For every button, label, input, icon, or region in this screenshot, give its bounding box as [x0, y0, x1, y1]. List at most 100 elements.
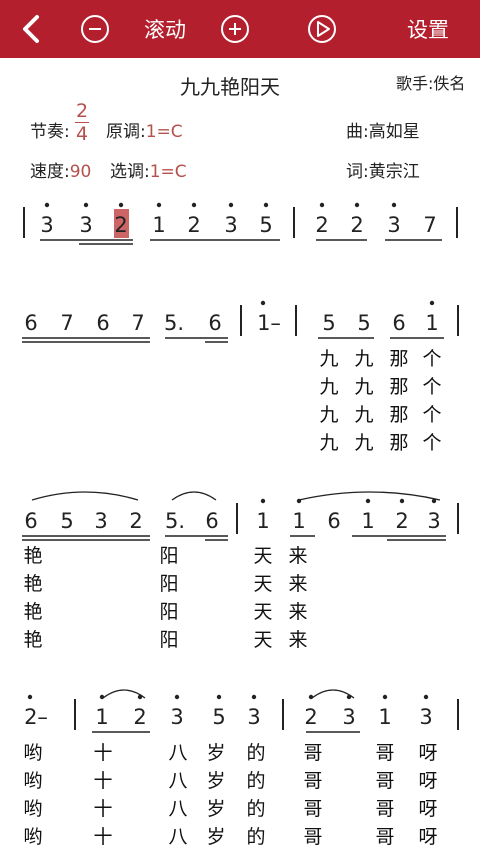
- octave-dot: [263, 202, 269, 208]
- slur-arc: [171, 491, 217, 501]
- score-note: 2: [114, 213, 127, 237]
- octave-dot: [191, 202, 197, 208]
- score-note: 3: [342, 705, 355, 729]
- score-note: 5.: [164, 311, 184, 335]
- numbered-score: 3 3 2 1 2 3 5 2 2 3 76 7 6 7 5. 6 1– 5 5 6 1九九那个九九那个九九那个九九那个…: [22, 202, 459, 848]
- lyric-char: 十: [93, 770, 112, 792]
- octave-dot: [44, 202, 50, 208]
- score-note: 7: [60, 311, 73, 335]
- lyric-char: 阳: [159, 545, 178, 567]
- octave-dot: [382, 694, 388, 700]
- lyric-char: 九: [319, 432, 338, 454]
- lyric-char: 天: [253, 573, 272, 595]
- lyric-char: 的: [246, 798, 265, 820]
- lyric-char: 那: [389, 432, 408, 454]
- score-note: 2: [315, 213, 328, 237]
- lyric-char: 那: [389, 348, 408, 370]
- score-note: 1: [361, 509, 374, 533]
- score-note: 1–: [257, 311, 281, 335]
- lyric-char: 的: [246, 826, 265, 848]
- lyric-char: 哥: [375, 770, 394, 792]
- score-note: 1: [292, 509, 305, 533]
- lyric-char: 九: [354, 432, 373, 454]
- lyric-char: 艳: [23, 545, 42, 567]
- lyric-char: 阳: [159, 601, 178, 623]
- lyric-char: 十: [93, 826, 112, 848]
- octave-dot: [260, 498, 266, 504]
- lyric-char: 天: [253, 629, 272, 651]
- octave-dot: [391, 202, 397, 208]
- lyric-char: 个: [422, 376, 441, 398]
- lyric-char: 呀: [418, 798, 437, 820]
- score-note: 3: [224, 213, 237, 237]
- lyric-char: 哥: [303, 798, 322, 820]
- score-note: 2: [350, 213, 363, 237]
- score-note: 6: [327, 509, 340, 533]
- lyric-char: 阳: [159, 629, 178, 651]
- lyric-char: 天: [253, 601, 272, 623]
- lyric-char: 来: [288, 629, 307, 651]
- lyric-char: 岁: [206, 742, 225, 764]
- lyric-char: 哟: [23, 826, 42, 848]
- score-note: 1: [256, 509, 269, 533]
- lyric-char: 九: [319, 376, 338, 398]
- lyric-char: 那: [389, 376, 408, 398]
- lyric-char: 十: [93, 742, 112, 764]
- score-note: 3: [419, 705, 432, 729]
- score-note: 7: [131, 311, 144, 335]
- lyric-char: 呀: [418, 826, 437, 848]
- lyric-char: 呀: [418, 742, 437, 764]
- octave-dot: [319, 202, 325, 208]
- score-note: 3: [247, 705, 260, 729]
- lyric-char: 岁: [206, 770, 225, 792]
- score-note: 3: [387, 213, 400, 237]
- score-note: 6: [24, 311, 37, 335]
- lyric-char: 艳: [23, 601, 42, 623]
- octave-dot: [251, 694, 257, 700]
- octave-dot: [423, 694, 429, 700]
- lyric-char: 阳: [159, 573, 178, 595]
- score-note: 3: [170, 705, 183, 729]
- lyric-char: 来: [288, 545, 307, 567]
- score-note: 2: [133, 705, 146, 729]
- octave-dot: [260, 300, 266, 306]
- score-note: 3: [40, 213, 53, 237]
- lyric-char: 哟: [23, 798, 42, 820]
- lyric-char: 九: [354, 348, 373, 370]
- octave-dot: [27, 694, 33, 700]
- score-note: 2: [395, 509, 408, 533]
- octave-dot: [156, 202, 162, 208]
- lyric-char: 哥: [303, 770, 322, 792]
- score-note: 6: [208, 311, 221, 335]
- lyric-char: 十: [93, 798, 112, 820]
- lyric-char: 的: [246, 770, 265, 792]
- octave-dot: [174, 694, 180, 700]
- lyric-char: 艳: [23, 629, 42, 651]
- lyric-char: 八: [168, 742, 187, 764]
- score-note: 1: [152, 213, 165, 237]
- score-note: 6: [205, 509, 218, 533]
- lyric-char: 来: [288, 573, 307, 595]
- octave-dot: [118, 202, 124, 208]
- lyric-char: 哥: [375, 798, 394, 820]
- score-note: 7: [423, 213, 436, 237]
- slur-arc: [31, 491, 139, 501]
- octave-dot: [399, 498, 405, 504]
- lyric-char: 的: [246, 742, 265, 764]
- score-note: 2–: [24, 705, 48, 729]
- lyric-char: 岁: [206, 826, 225, 848]
- score-note: 1: [95, 705, 108, 729]
- score-note: 2: [304, 705, 317, 729]
- slur-arc: [298, 491, 441, 501]
- lyric-char: 哟: [23, 770, 42, 792]
- lyric-char: 那: [389, 404, 408, 426]
- octave-dot: [354, 202, 360, 208]
- octave-dot: [365, 498, 371, 504]
- lyric-char: 哟: [23, 742, 42, 764]
- lyric-char: 九: [354, 376, 373, 398]
- score-note: 2: [129, 509, 142, 533]
- score-note: 3: [79, 213, 92, 237]
- score-note: 6: [24, 509, 37, 533]
- score-note: 1: [378, 705, 391, 729]
- lyric-char: 九: [354, 404, 373, 426]
